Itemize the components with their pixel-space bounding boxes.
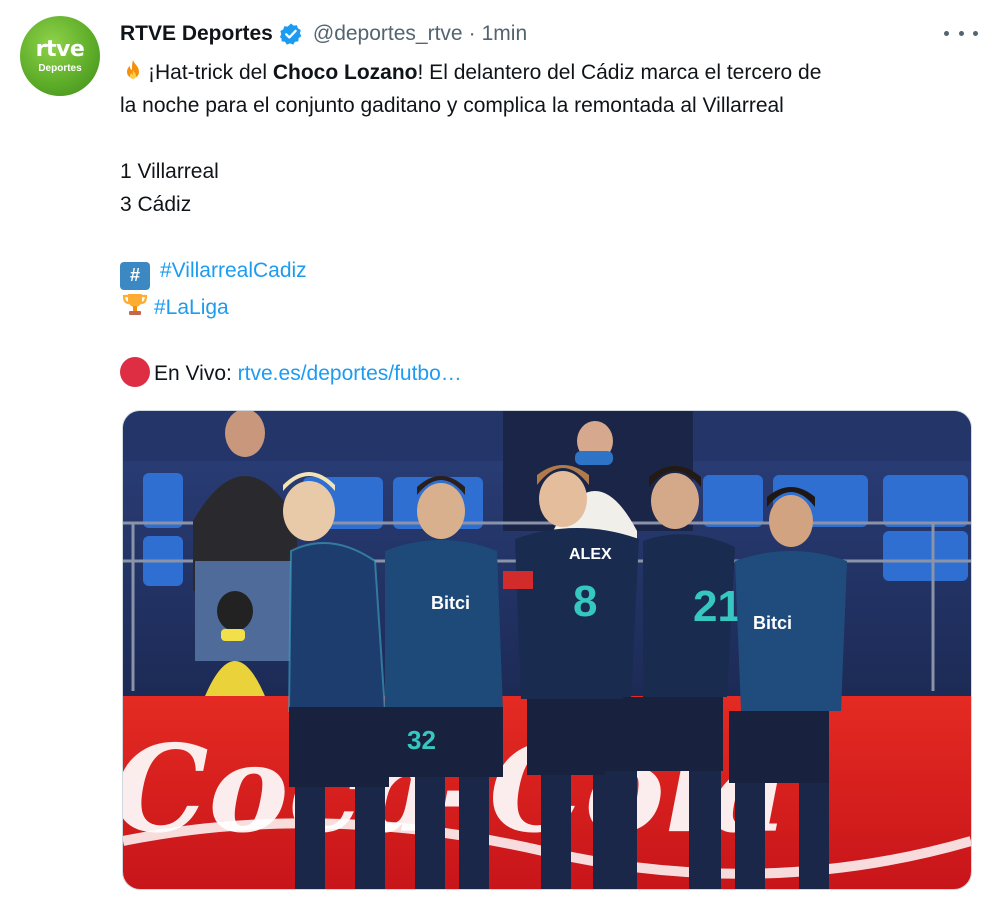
avatar-logo-subtext: Deportes <box>38 62 82 74</box>
tweet[interactable]: rtve Deportes RTVE Deportes @deportes_rt… <box>0 0 1008 900</box>
display-name[interactable]: RTVE Deportes <box>120 22 273 46</box>
verified-badge-icon <box>279 22 303 46</box>
tweet-line-2: la noche para el conjunto gaditano y com… <box>120 94 784 117</box>
timestamp[interactable]: 1min <box>482 22 528 46</box>
more-options-icon[interactable] <box>944 20 978 46</box>
score-line-villarreal: 1 Villarreal <box>120 160 219 183</box>
tweet-text: ¡Hat-trick del Choco Lozano! El delanter… <box>120 56 988 390</box>
tweet-text-part: ¡Hat-trick del <box>148 61 273 84</box>
avatar-logo-text: rtve <box>35 36 85 62</box>
tweet-bold-name: Choco Lozano <box>272 61 418 84</box>
photo-players-celebrating: Coca-Cola 32 Bitci ALEX 8 21 Bitci <box>123 411 971 889</box>
sponsor-text-2: Bitci <box>753 613 792 633</box>
shirt-number-32: 32 <box>407 725 436 755</box>
handle[interactable]: @deportes_rtve <box>313 22 463 46</box>
avatar[interactable]: rtve Deportes <box>20 16 100 96</box>
hashtag-line-1: # #VillarrealCadiz <box>120 254 988 290</box>
live-label: En Vivo: <box>154 361 238 385</box>
tweet-text-part: ! El delantero del Cádiz marca el tercer… <box>417 61 822 84</box>
hashtag-emoji-icon: # <box>120 261 150 290</box>
red-circle-emoji-icon <box>120 356 150 387</box>
shirt-number-8: 8 <box>573 577 597 626</box>
hashtag-line-2: #LaLiga <box>120 290 988 324</box>
trophy-emoji-icon <box>122 293 148 315</box>
live-line: En Vivo: rtve.es/deportes/futbo… <box>120 356 988 390</box>
live-link[interactable]: rtve.es/deportes/futbo… <box>238 362 462 385</box>
separator-dot: · <box>468 22 476 45</box>
hashtag-link-laliga[interactable]: #LaLiga <box>154 296 229 319</box>
tweet-line-1: ¡Hat-trick del Choco Lozano! El delanter… <box>120 56 988 89</box>
shirt-name-alex: ALEX <box>569 546 612 563</box>
score-line-cadiz: 3 Cádiz <box>120 193 192 216</box>
fire-emoji-icon <box>127 60 139 79</box>
shirt-number-21: 21 <box>693 582 742 631</box>
sponsor-text: Bitci <box>431 593 470 613</box>
tweet-photo[interactable]: Coca-Cola 32 Bitci ALEX 8 21 Bitci <box>122 410 972 890</box>
tweet-header: RTVE Deportes @deportes_rtve · 1min <box>120 18 978 50</box>
hashtag-link-villarrealcadiz[interactable]: #VillarrealCadiz <box>160 259 307 282</box>
